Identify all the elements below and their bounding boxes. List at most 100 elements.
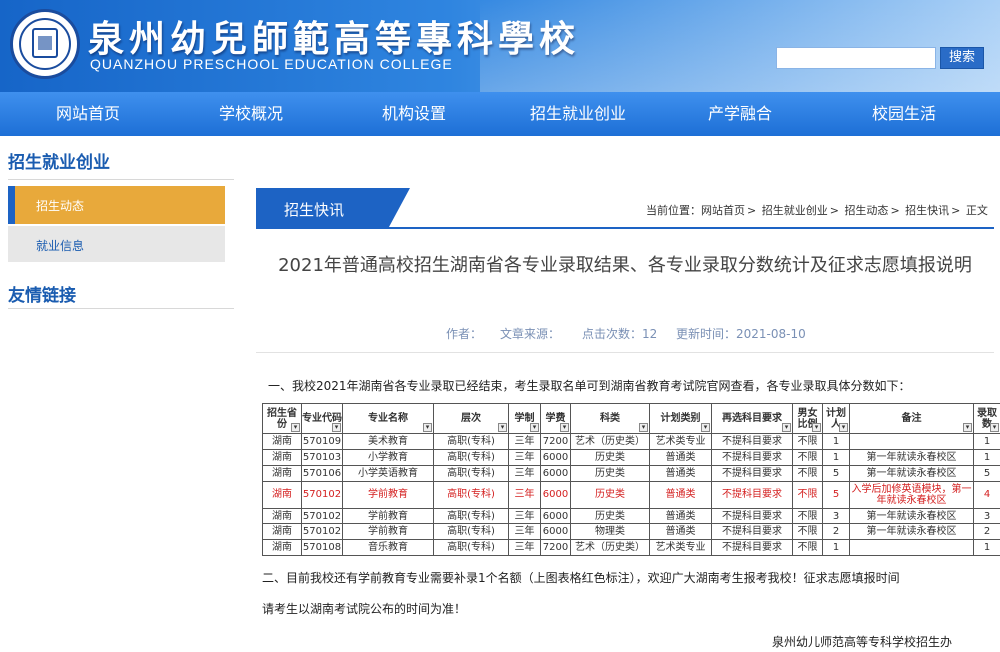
breadcrumb: 当前位置：网站首页 > 招生就业创业 > 招生动态 > 招生快讯 > 正文 [646, 204, 988, 217]
table-row-highlighted: 湖南 570102 学前教育 高职(专科) 三年 6000 历史类 普通类 不提科目要求 不限 5 入… [262, 480, 1000, 509]
sidebar-item-employment[interactable]: 就业信息 [8, 226, 225, 262]
table-cell: 不限 [792, 464, 823, 482]
table-cell: 音乐教育 [342, 539, 434, 556]
site-title[interactable]: 泉州幼兒師範高等專科學校 [88, 10, 580, 62]
table-row: 湖南 570102 学前教育 高职(专科) 三年 6000 物理类 普通类 不提科目要求 不限 2 第… [262, 523, 1000, 541]
table-cell [849, 433, 974, 451]
table-cell: 第一年就读永春校区 [849, 449, 974, 466]
table-header-cell[interactable]: 招生省份 ▾ [262, 402, 302, 435]
sidebar-item-label: 就业信息 [36, 239, 85, 253]
nav-item-about[interactable]: 学校概况 [219, 92, 283, 136]
breadcrumb-admissions[interactable]: 招生就业创业 [762, 204, 828, 217]
table-cell: 艺术类专业 [649, 539, 712, 556]
table-header-cell[interactable]: 专业代码 ▾ [301, 402, 343, 435]
site-title-english: QUANZHOU PRESCHOOL EDUCATION COLLEGE [90, 56, 453, 72]
table-cell: 1 [973, 433, 1000, 451]
table-cell: 4 [973, 480, 1000, 509]
table-header-cell[interactable]: 层次 ▾ [433, 402, 509, 435]
table-cell: 三年 [508, 433, 541, 451]
table-cell: 1 [973, 449, 1000, 466]
table-cell: 高职(专科) [433, 433, 509, 451]
table-cell: 不提科目要求 [711, 464, 793, 482]
admission-table: 招生省份 ▾ 专业代码 ▾ 专业名称 ▾ 层次 ▾ 学制 ▾ 学费 ▾ 科类 ▾ 计划类别 ▾ … [262, 402, 1000, 556]
table-cell: 570103 [301, 449, 343, 466]
article-signature: 泉州幼儿师范高等专科学校招生办 [772, 635, 953, 649]
section-tab-label: 招生快讯 [284, 201, 345, 219]
table-cell: 学前教育 [342, 480, 434, 509]
breadcrumb-quick-news[interactable]: 招生快讯 [905, 204, 949, 217]
table-cell: 570108 [301, 539, 343, 556]
table-row: 湖南 570106 小学英语教育 高职(专科) 三年 6000 历史类 普通类 不提科目要求 不限… [262, 464, 1000, 482]
table-cell: 湖南 [262, 539, 302, 556]
article-paragraph-3: 请考生以湖南考试院公布的时间为准！ [262, 602, 467, 616]
table-header-cell[interactable]: 再选科目要求 ▾ [711, 402, 793, 435]
table-cell: 不提科目要求 [711, 539, 793, 556]
table-header-cell[interactable]: 男女比例 ▾ [792, 402, 823, 435]
table-cell: 不限 [792, 539, 823, 556]
table-header-cell[interactable]: 录取数 ▾ [973, 402, 1000, 435]
nav-item-industry[interactable]: 产学融合 [708, 92, 772, 136]
table-cell: 湖南 [262, 507, 302, 525]
table-cell: 高职(专科) [433, 449, 509, 466]
active-indicator [8, 186, 15, 224]
table-cell: 6000 [540, 523, 571, 541]
table-cell: 三年 [508, 539, 541, 556]
school-seal-icon[interactable] [10, 9, 80, 79]
table-cell: 不限 [792, 449, 823, 466]
table-header-row: 招生省份 ▾ 专业代码 ▾ 专业名称 ▾ 层次 ▾ 学制 ▾ 学费 ▾ 科类 ▾ 计划类别 ▾ … [262, 402, 1000, 435]
table-cell: 历史类 [570, 464, 650, 482]
table-cell: 三年 [508, 449, 541, 466]
table-header-cell[interactable]: 科类 ▾ [570, 402, 650, 435]
table-cell: 2 [822, 523, 850, 541]
article-paragraph-2: 二、目前我校还有学前教育专业需要补录1个名额（上图表格红色标注），欢迎广大湖南考… [262, 571, 900, 585]
table-cell: 不提科目要求 [711, 433, 793, 451]
table-cell: 570102 [301, 523, 343, 541]
table-cell: 不限 [792, 507, 823, 525]
nav-item-admissions[interactable]: 招生就业创业 [530, 92, 626, 136]
table-cell: 570109 [301, 433, 343, 451]
divider [8, 179, 234, 180]
table-cell: 不提科目要求 [711, 449, 793, 466]
article-author: 作者： [446, 327, 483, 341]
table-cell: 不限 [792, 523, 823, 541]
table-cell: 5 [822, 480, 850, 509]
table-row: 湖南 570109 美术教育 高职(专科) 三年 7200 艺术（历史类） 艺术类专业 不提科目… [262, 433, 1000, 451]
table-cell: 物理类 [570, 523, 650, 541]
table-cell: 1 [973, 539, 1000, 556]
nav-item-home[interactable]: 网站首页 [56, 92, 120, 136]
table-header-cell[interactable]: 学费 ▾ [540, 402, 571, 435]
divider [256, 227, 994, 229]
table-header-cell[interactable]: 备注 ▾ [849, 402, 974, 435]
table-header-cell[interactable]: 专业名称 ▾ [342, 402, 434, 435]
table-cell: 不提科目要求 [711, 523, 793, 541]
table-header-cell[interactable]: 计划人 ▾ [822, 402, 850, 435]
nav-item-campus-life[interactable]: 校园生活 [872, 92, 936, 136]
table-header-cell[interactable]: 学制 ▾ [508, 402, 541, 435]
table-cell: 三年 [508, 507, 541, 525]
table-cell: 三年 [508, 523, 541, 541]
section-tab[interactable]: 招生快讯 [256, 188, 410, 228]
table-cell: 7200 [540, 433, 571, 451]
search-button[interactable]: 搜索 [940, 47, 984, 69]
table-cell: 艺术（历史类） [570, 539, 650, 556]
table-cell: 普通类 [649, 507, 712, 525]
table-cell: 历史类 [570, 449, 650, 466]
table-cell: 第一年就读永春校区 [849, 523, 974, 541]
nav-item-departments[interactable]: 机构设置 [382, 92, 446, 136]
breadcrumb-news[interactable]: 招生动态 [844, 204, 888, 217]
article-updated: 更新时间：2021-08-10 [676, 327, 806, 341]
sidebar-title: 招生就业创业 [8, 153, 110, 173]
friend-links-title: 友情链接 [8, 286, 76, 306]
table-cell: 570102 [301, 480, 343, 509]
main-nav: 网站首页 学校概况 机构设置 招生就业创业 产学融合 校园生活 [0, 92, 1000, 136]
table-cell: 不提科目要求 [711, 507, 793, 525]
table-header-cell[interactable]: 计划类别 ▾ [649, 402, 712, 435]
table-cell: 不提科目要求 [711, 480, 793, 509]
sidebar-item-admission-news[interactable]: 招生动态 [8, 186, 225, 224]
search-input[interactable] [776, 47, 936, 69]
table-cell: 普通类 [649, 480, 712, 509]
breadcrumb-home[interactable]: 当前位置：网站首页 [646, 204, 745, 217]
table-cell: 6000 [540, 507, 571, 525]
table-cell: 3 [973, 507, 1000, 525]
table-cell: 570102 [301, 507, 343, 525]
